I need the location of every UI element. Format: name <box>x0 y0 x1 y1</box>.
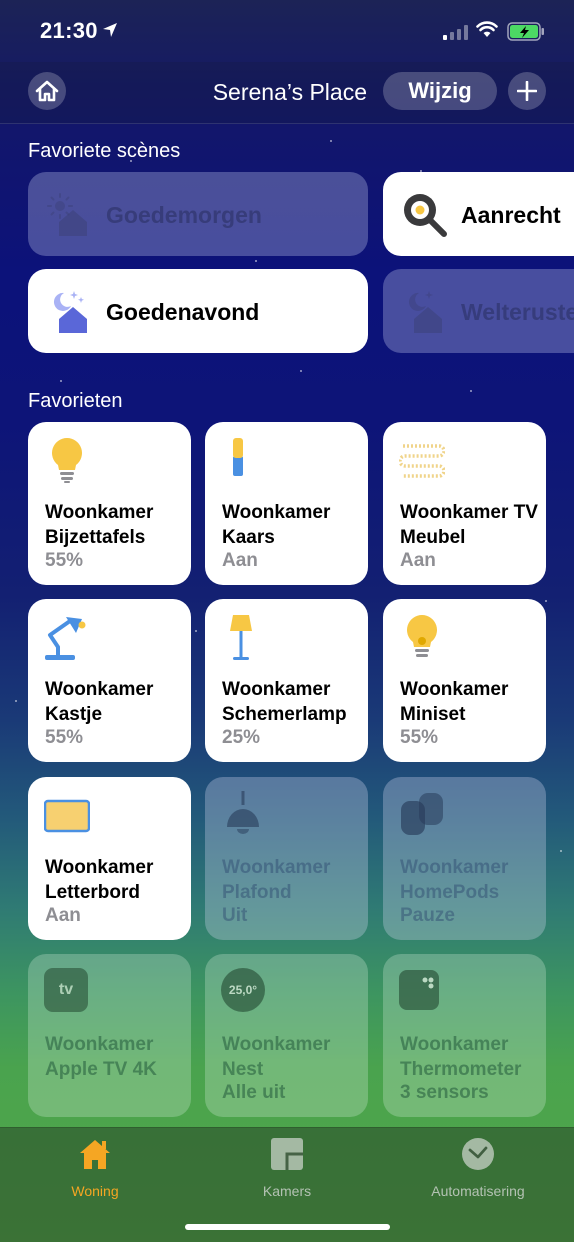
accessory-name: Woonkamer Thermometer <box>400 1034 522 1080</box>
accessory-tile[interactable]: Woonkamer Kastje 55% <box>28 599 191 762</box>
accessory-tile[interactable]: Woonkamer Bijzettafels 55% <box>28 422 191 585</box>
status-bar: 21:30 <box>0 0 574 62</box>
apple-tv-icon: tv <box>44 968 88 1012</box>
clock-icon <box>462 1138 494 1170</box>
accessory-name: Woonkamer TV Meubel <box>400 502 538 548</box>
letterboard-icon <box>44 799 90 833</box>
accessory-name: Woonkamer Schemerlamp <box>222 679 347 725</box>
thermostat-icon: 25,0° <box>221 968 265 1012</box>
accessory-state: 55% <box>45 727 84 748</box>
accessory-tile[interactable]: Woonkamer Schemerlamp 25% <box>205 599 368 762</box>
moon-house-icon <box>53 291 87 333</box>
accessory-state: Aan <box>45 905 81 926</box>
floor-lamp-icon <box>230 615 252 660</box>
house-icon <box>80 1140 110 1169</box>
tab-label: Automatisering <box>431 1183 525 1199</box>
accessory-tile[interactable]: Woonkamer Plafond Uit <box>205 777 368 940</box>
accessory-name: Woonkamer Plafond <box>222 857 331 903</box>
homepod-icon <box>401 793 443 835</box>
tab-label: Woning <box>71 1183 119 1199</box>
nav-bar: Serena’s Place Wijzig <box>0 62 574 124</box>
cellular-signal-icon <box>443 25 468 40</box>
accessory-state: Alle uit <box>222 1082 286 1103</box>
candle-icon <box>233 438 243 476</box>
tab-kamers[interactable]: Kamers <box>192 1136 382 1199</box>
home-title: Serena’s Place <box>212 79 367 105</box>
accessory-state: 55% <box>400 727 439 748</box>
desk-lamp-icon <box>45 617 86 660</box>
accessory-state: Aan <box>400 550 436 571</box>
apple-tv-badge: tv <box>58 981 74 998</box>
rooms-icon <box>271 1138 303 1170</box>
accessory-state: 25% <box>222 727 261 748</box>
scene-tile-aanrecht[interactable]: Aanrecht <box>383 172 574 256</box>
frying-pan-icon <box>404 194 447 237</box>
lightbulb-icon <box>52 438 82 483</box>
scene-label: Goedemorgen <box>106 202 262 228</box>
accessory-name: Woonkamer HomePods <box>400 857 509 903</box>
accessory-name: Woonkamer Apple TV 4K <box>45 1034 157 1080</box>
add-button[interactable] <box>508 72 546 110</box>
scene-label: Aanrecht <box>461 202 561 228</box>
home-settings-button[interactable] <box>28 72 66 110</box>
status-time: 21:30 <box>40 18 98 43</box>
accessory-state: Uit <box>222 905 248 926</box>
accessory-tile[interactable]: Woonkamer Kaars Aan <box>205 422 368 585</box>
moon-house-icon <box>408 291 442 333</box>
tab-automatisering[interactable]: Automatisering <box>383 1136 573 1199</box>
section-title-favorites: Favorieten <box>28 390 123 412</box>
sensor-icon <box>399 970 439 1010</box>
location-arrow-icon <box>103 23 117 37</box>
accessory-tile[interactable]: 25,0° Woonkamer Nest Alle uit <box>205 954 368 1117</box>
accessory-state: 3 sensors <box>400 1082 489 1103</box>
tab-woning[interactable]: Woning <box>0 1136 190 1199</box>
accessory-tile[interactable]: Woonkamer Miniset 55% <box>383 599 546 762</box>
accessory-name: Woonkamer Nest <box>222 1034 331 1080</box>
scene-tile-goedenavond[interactable]: Goedenavond <box>28 269 368 353</box>
accessory-state: Pauze <box>400 905 455 926</box>
scene-tile-goedemorgen[interactable]: Goedemorgen <box>28 172 368 256</box>
sun-house-icon <box>47 193 87 236</box>
thermostat-temperature: 25,0° <box>228 983 258 997</box>
accessory-tile[interactable]: tv Woonkamer Apple TV 4K <box>28 954 191 1117</box>
accessory-state: Aan <box>222 550 258 571</box>
scene-tile-welteruste[interactable]: Welteruste <box>383 269 574 353</box>
house-icon <box>35 80 59 102</box>
scene-label: Goedenavond <box>106 299 260 325</box>
accessory-tile[interactable]: Woonkamer Letterbord Aan <box>28 777 191 940</box>
accessory-tile[interactable]: Woonkamer HomePods Pauze <box>383 777 546 940</box>
accessory-state: 55% <box>45 550 84 571</box>
accessory-name: Woonkamer Letterbord <box>45 857 154 903</box>
ceiling-lamp-icon <box>227 791 259 834</box>
battery-charging-icon <box>507 22 544 41</box>
accessory-name: Woonkamer Miniset <box>400 679 509 725</box>
accessory-tile[interactable]: Woonkamer TV Meubel Aan <box>383 422 546 585</box>
wifi-icon <box>476 21 498 37</box>
edit-button[interactable]: Wijzig <box>383 72 497 110</box>
scene-label: Welteruste <box>461 299 574 325</box>
lightbulb-icon <box>407 615 437 657</box>
accessory-name: Woonkamer Kaars <box>222 502 331 548</box>
accessory-tile[interactable]: Woonkamer Thermometer 3 sensors <box>383 954 546 1117</box>
tab-label: Kamers <box>262 1183 312 1199</box>
accessory-name: Woonkamer Bijzettafels <box>45 502 154 548</box>
plus-icon <box>517 81 537 101</box>
light-strip-icon <box>399 444 445 478</box>
accessory-name: Woonkamer Kastje <box>45 679 154 725</box>
section-title-scenes: Favoriete scènes <box>28 140 181 162</box>
home-indicator[interactable] <box>185 1224 390 1230</box>
